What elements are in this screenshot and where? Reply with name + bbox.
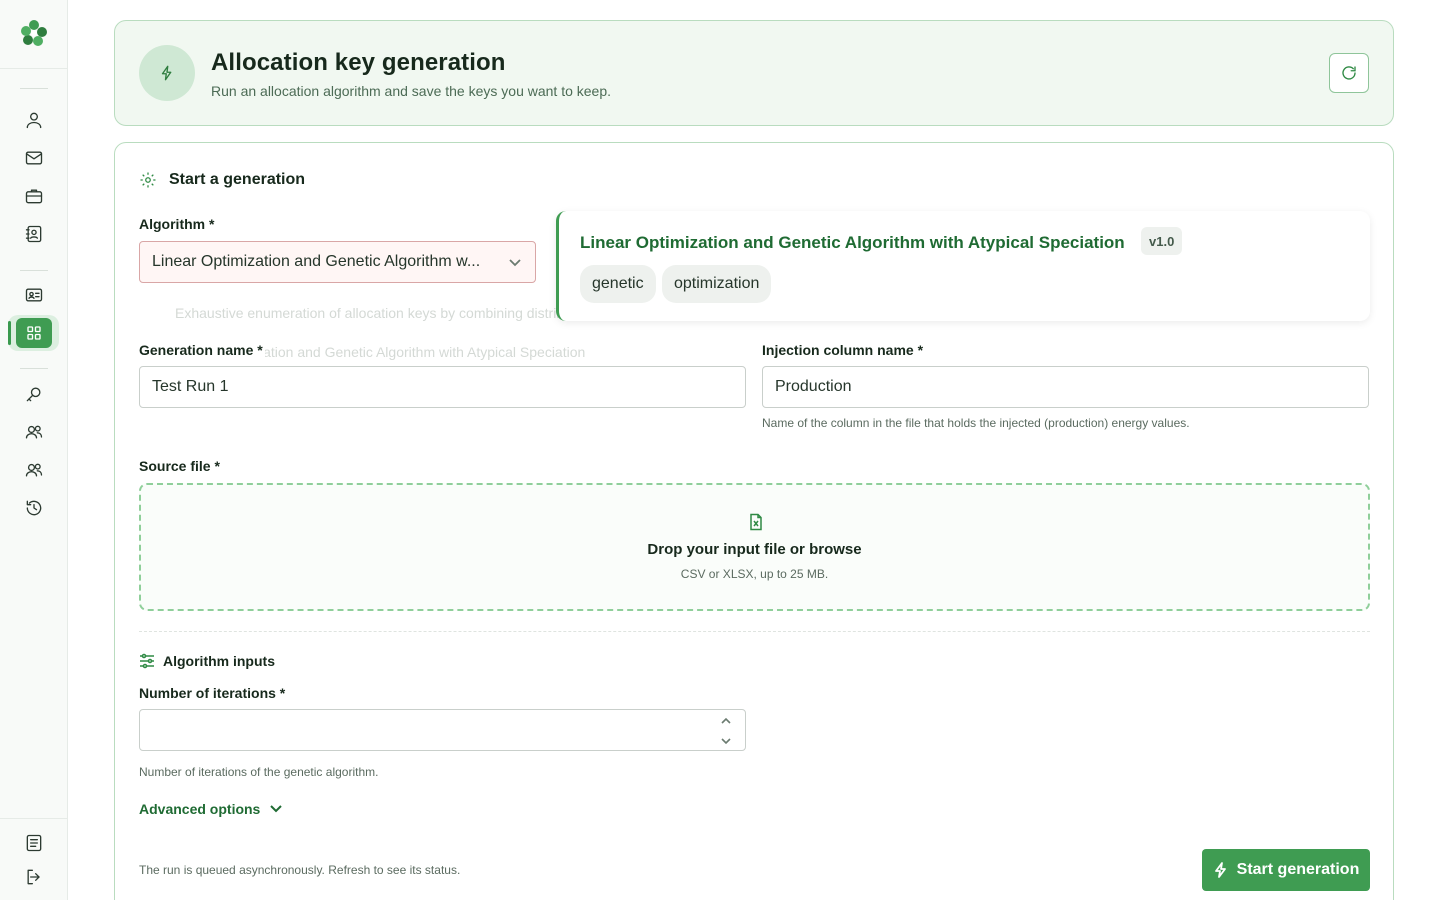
algorithm-inputs-label: Algorithm inputs [163,653,275,669]
generation-name-input[interactable]: Test Run 1 [139,366,746,408]
section-title-label: Start a generation [169,171,306,188]
users-icon[interactable] [22,420,46,444]
tag-optimization: optimization [662,265,772,303]
algorithm-inputs-title: Algorithm inputs [139,653,275,669]
generation-form: Start a generation Algorithm * Linear Op… [114,142,1394,900]
history-icon[interactable] [22,496,46,520]
injection-column-label: Injection column name * [762,342,924,358]
generation-name-value: Test Run 1 [152,378,229,395]
algorithm-selected-value: Linear Optimization and Genetic Algorith… [152,253,481,270]
key-search-icon[interactable] [22,382,46,406]
section-divider [139,631,1370,632]
source-file-label: Source file * [139,458,220,474]
sidebar-divider [20,368,48,369]
refresh-icon [1342,66,1356,80]
page-title: Allocation key generation [211,49,506,76]
injection-column-input[interactable]: Production [762,366,1369,408]
file-dropzone[interactable]: Drop your input file or browse CSV or XL… [139,483,1370,611]
version-badge: v1.0 [1141,227,1183,255]
sidebar-divider [0,818,68,819]
algorithm-select[interactable]: Linear Optimization and Genetic Algorith… [139,241,536,283]
grid-icon[interactable] [16,318,52,348]
sidebar-active-indicator [8,321,11,345]
excel-file-icon [747,513,765,531]
chevron-up-icon[interactable] [719,714,733,728]
document-icon[interactable] [22,831,46,855]
refresh-button[interactable] [1329,53,1369,93]
chevron-down-icon [507,254,523,270]
chevron-down-icon [270,805,283,813]
clover-logo-icon[interactable] [19,18,49,48]
lightning-icon [1214,862,1226,878]
algorithm-details-card: Linear Optimization and Genetic Algorith… [556,211,1370,321]
injection-column-value: Production [775,378,852,395]
gear-icon [140,172,156,188]
user-icon[interactable] [22,108,46,132]
dropzone-title: Drop your input file or browse [647,541,862,558]
section-title: Start a generation [139,171,305,189]
sidebar-divider [20,88,48,89]
advanced-options-label: Advanced options [139,801,261,817]
injection-column-help: Name of the column in the file that hold… [762,416,1190,430]
group-icon[interactable] [22,458,46,482]
sidebar [0,0,68,900]
algorithm-label: Algorithm * [139,216,215,232]
lightning-icon [139,45,195,101]
iterations-stepper[interactable] [719,714,733,748]
mail-icon[interactable] [22,146,46,170]
chevron-down-icon[interactable] [719,734,733,748]
tag-genetic: genetic [580,265,656,303]
logout-icon[interactable] [22,865,46,889]
advanced-options-toggle[interactable]: Advanced options [139,801,284,817]
briefcase-icon[interactable] [22,184,46,208]
page-subtitle: Run an allocation algorithm and save the… [211,83,612,99]
algorithm-name: Linear Optimization and Genetic Algorith… [580,233,1125,252]
iterations-input[interactable] [139,709,746,751]
dropzone-subtitle: CSV or XLSX, up to 25 MB. [680,567,829,581]
contact-book-icon[interactable] [22,222,46,246]
sidebar-divider [20,270,48,271]
start-generation-button[interactable]: Start generation [1202,849,1370,891]
generation-name-label: Generation name * [139,342,265,358]
sliders-icon [140,653,154,669]
queue-note: The run is queued asynchronously. Refres… [139,863,461,877]
algorithm-ghost-option: ization and Genetic Algorithm with Atypi… [253,344,586,360]
iterations-label: Number of iterations * [139,685,286,701]
id-card-icon[interactable] [22,283,46,307]
page-header: Allocation key generation Run an allocat… [114,20,1394,126]
sidebar-divider [0,68,68,69]
iterations-help: Number of iterations of the genetic algo… [139,765,379,779]
start-generation-label: Start generation [1236,861,1360,878]
